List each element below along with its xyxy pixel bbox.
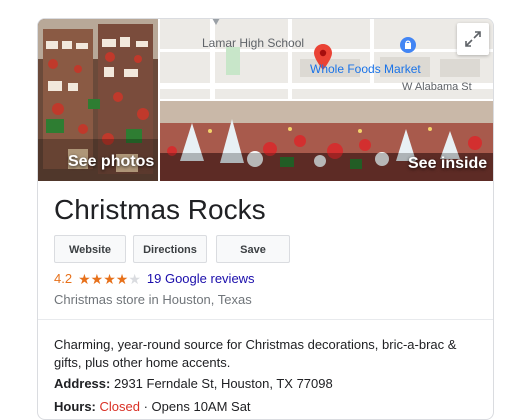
- star-icon: ★: [78, 270, 91, 287]
- hours-label: Hours:: [54, 399, 96, 414]
- knowledge-panel: See photos Lamar High School Whole Foods…: [37, 18, 494, 420]
- shopping-bag-icon: [400, 37, 416, 53]
- see-photos-label[interactable]: See photos: [68, 153, 154, 171]
- reviews-link[interactable]: 19 Google reviews: [147, 271, 255, 286]
- see-inside-label[interactable]: See inside: [408, 155, 487, 173]
- inside-photo[interactable]: See inside: [160, 101, 493, 181]
- place-description: Charming, year-round source for Christma…: [54, 337, 457, 370]
- star-icon: ★: [128, 270, 141, 287]
- map-thumbnail[interactable]: Lamar High School Whole Foods Market W A…: [160, 19, 493, 99]
- map-label-store: Whole Foods Market: [310, 62, 421, 76]
- expand-map-button[interactable]: [457, 23, 489, 55]
- place-category: Christmas store in Houston, Texas: [54, 292, 252, 307]
- hours-detail: · Opens 10AM Sat: [143, 399, 251, 414]
- address-label: Address:: [54, 376, 111, 391]
- expand-icon: [465, 31, 481, 47]
- school-marker-icon: [212, 19, 220, 25]
- address-row: Address: 2931 Ferndale St, Houston, TX 7…: [54, 376, 333, 391]
- address-value[interactable]: 2931 Ferndale St, Houston, TX 77098: [114, 376, 333, 391]
- section-divider: [38, 319, 493, 320]
- rating-row: 4.2 ★ ★ ★ ★ ★ 19 Google reviews: [54, 271, 255, 286]
- star-icon: ★: [103, 270, 116, 287]
- star-rating: ★ ★ ★ ★ ★: [78, 272, 141, 286]
- photo-strip: See photos Lamar High School Whole Foods…: [38, 19, 493, 181]
- store-photo[interactable]: See photos: [38, 19, 158, 181]
- hours-row[interactable]: Hours: Closed · Opens 10AM Sat: [54, 399, 251, 414]
- hours-status: Closed: [99, 399, 140, 414]
- star-icon: ★: [90, 270, 104, 287]
- directions-button[interactable]: Directions: [133, 235, 207, 263]
- map-label-school: Lamar High School: [202, 36, 305, 50]
- place-title: Christmas Rocks: [54, 194, 266, 225]
- website-button[interactable]: Website: [54, 235, 126, 263]
- save-button[interactable]: Save: [216, 235, 290, 263]
- map-label-street: W Alabama St: [402, 81, 472, 93]
- star-icon: ★: [115, 270, 129, 287]
- rating-value: 4.2: [54, 271, 73, 286]
